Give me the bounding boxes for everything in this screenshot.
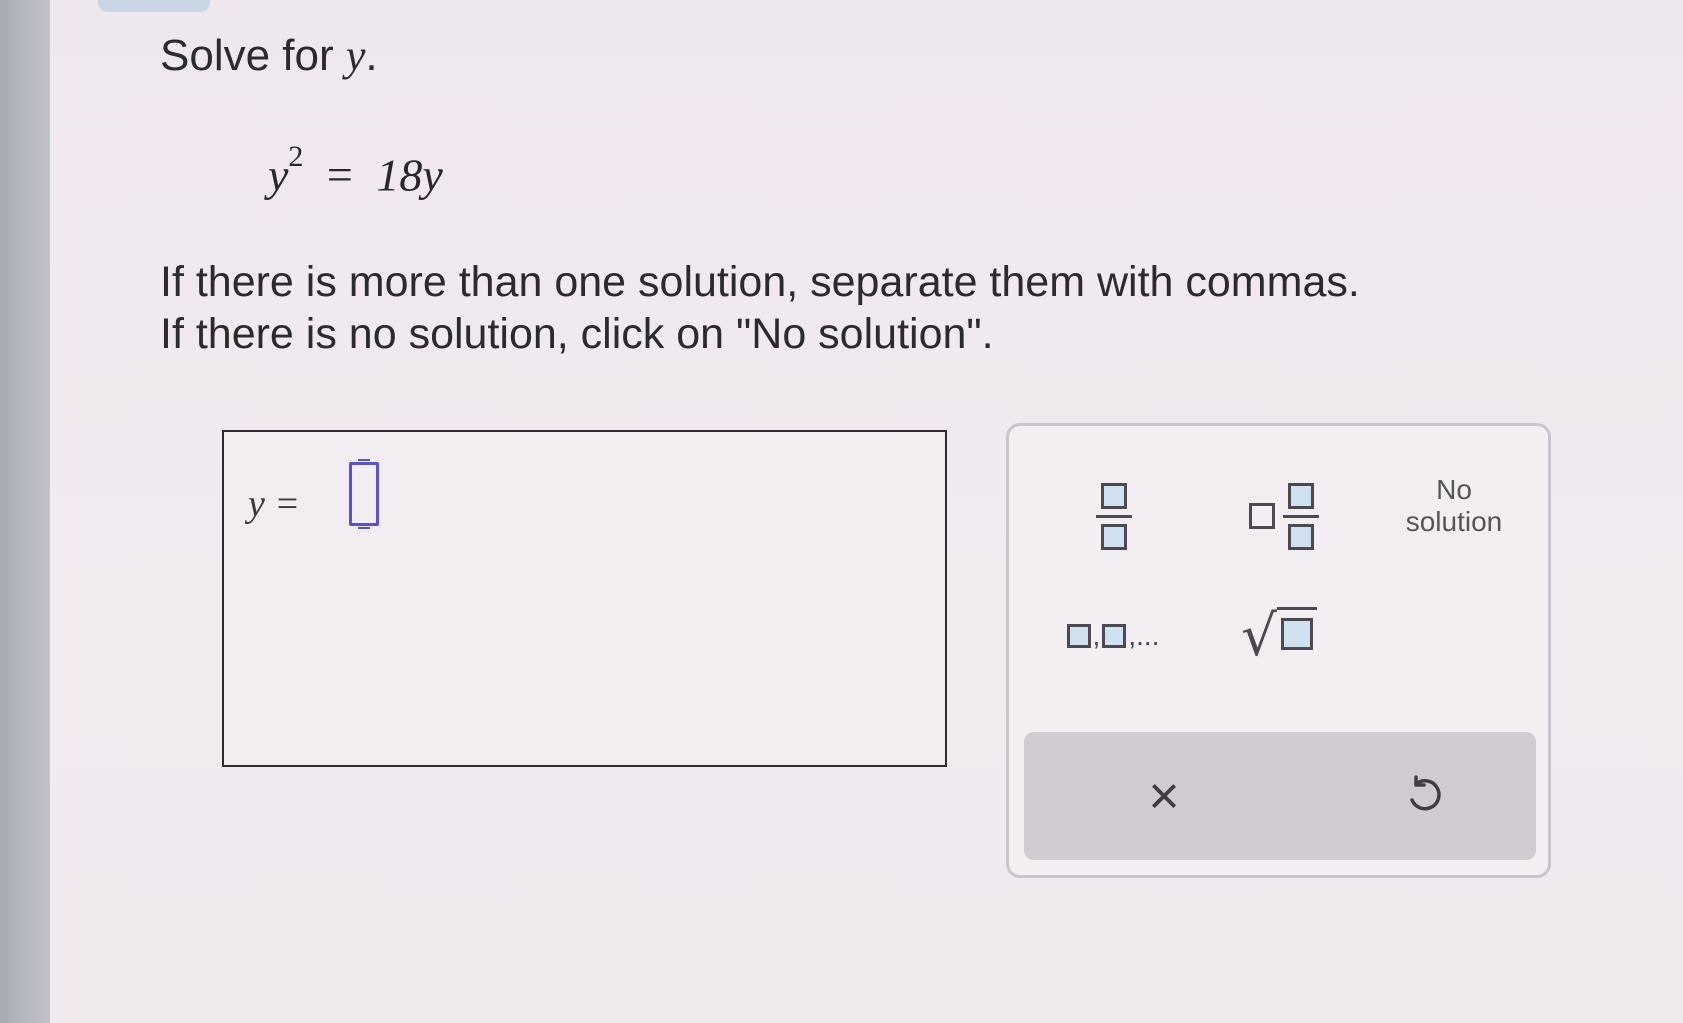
mixed-number-button[interactable] xyxy=(1219,466,1349,566)
no-solution-button[interactable]: No solution xyxy=(1379,466,1529,546)
math-keypad: No solution ,,... √ × xyxy=(1006,423,1551,878)
undo-icon xyxy=(1410,775,1441,811)
question-title: Solve for y. xyxy=(160,31,378,80)
equation-exponent: 2 xyxy=(288,140,304,173)
clear-button[interactable]: × xyxy=(1124,756,1204,836)
answer-input-area[interactable]: y = xyxy=(222,430,947,767)
left-edge xyxy=(0,0,50,1023)
undo-button[interactable] xyxy=(1384,756,1464,836)
equation-equals: = xyxy=(326,149,353,201)
answer-label: y = xyxy=(248,483,301,525)
no-solution-label-2: solution xyxy=(1405,506,1503,537)
instruction-line-1: If there is more than one solution, sepa… xyxy=(160,258,1360,306)
instruction-line-2: If there is no solution, click on "No so… xyxy=(160,310,994,358)
mixed-number-icon xyxy=(1283,482,1319,550)
list-button[interactable]: ,,... xyxy=(1049,596,1179,676)
no-solution-label-1: No xyxy=(1436,474,1472,505)
equation-rhs: 18y xyxy=(376,149,443,201)
close-icon: × xyxy=(1148,766,1180,826)
fraction-icon xyxy=(1096,482,1132,550)
instructions: If there is more than one solution, sepa… xyxy=(160,256,1560,360)
mixed-number-whole-icon xyxy=(1249,503,1275,529)
answer-input-cursor[interactable] xyxy=(349,459,379,529)
top-tab[interactable] xyxy=(98,0,210,12)
equation: y2 = 18y xyxy=(268,140,443,201)
square-root-icon: √ xyxy=(1241,607,1317,665)
equation-lhs: y xyxy=(268,149,289,201)
fraction-button[interactable] xyxy=(1069,466,1159,566)
list-item-icon xyxy=(1066,624,1091,648)
square-root-button[interactable]: √ xyxy=(1219,586,1339,686)
keypad-action-bar: × xyxy=(1024,732,1536,860)
list-item-icon xyxy=(1102,624,1127,648)
